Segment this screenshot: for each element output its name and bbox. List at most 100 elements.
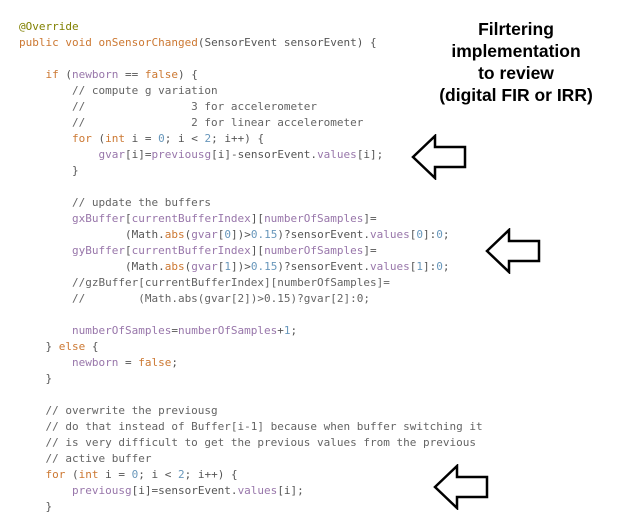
code-token: i = [131, 132, 159, 145]
code-token: 0.15 [250, 228, 278, 241]
code-token: // is very difficult to get the previous… [19, 436, 476, 449]
code-token: ][ [250, 212, 265, 225]
code-token: // update the buffers [19, 196, 212, 209]
code-token: values [237, 484, 278, 497]
code-line: // is very difficult to get the previous… [19, 435, 476, 451]
code-token: gvar [191, 228, 218, 241]
code-token: (Math. [19, 260, 165, 273]
code-token: // overwrite the previousg [19, 404, 218, 417]
code-line: numberOfSamples=numberOfSamples+1; [19, 323, 297, 339]
code-token: gxBuffer [71, 212, 125, 225]
code-token: (Math. [19, 228, 165, 241]
code-token: false [138, 356, 172, 369]
code-token: ; [442, 260, 450, 273]
code-line: (Math.abs(gvar[0])>0.15)?sensorEvent.val… [19, 227, 450, 243]
annotation-line: (digital FIR or IRR) [439, 85, 593, 105]
code-token: gvar [98, 148, 125, 161]
code-token: ; i < [138, 468, 178, 481]
code-token: } [19, 340, 59, 353]
code-token: [i]; [356, 148, 384, 161]
code-token: )?sensorEvent. [277, 260, 371, 273]
code-token: [i]-sensorEvent. [211, 148, 318, 161]
code-token: abs [164, 228, 185, 241]
code-token: ( [65, 68, 72, 81]
code-token: int [105, 132, 132, 145]
code-token: //gzBuffer[currentBufferIndex][numberOfS… [19, 276, 390, 289]
code-token: = [118, 356, 139, 369]
code-token: @Override [19, 20, 79, 33]
annotation-line: implementation [451, 41, 581, 61]
left-arrow-icon [485, 228, 541, 274]
code-token: numberOfSamples [177, 324, 278, 337]
code-token: // active buffer [19, 452, 152, 465]
code-line: } [19, 163, 79, 179]
left-arrow-icon [411, 134, 467, 180]
code-line: for (int i = 0; i < 2; i++) { [19, 467, 238, 483]
code-line: // compute g variation [19, 83, 218, 99]
code-token: { [91, 340, 99, 353]
code-token: abs [164, 260, 185, 273]
code-token: ]: [423, 228, 437, 241]
code-token: } [19, 164, 79, 177]
code-token: i = [105, 468, 132, 481]
code-token: [ [124, 244, 132, 257]
code-line: //gzBuffer[currentBufferIndex][numberOfS… [19, 275, 390, 291]
code-line: } else { [19, 339, 99, 355]
code-token: (SensorEvent sensorEvent) { [197, 36, 377, 49]
code-token: 0 [158, 132, 165, 145]
code-token: int [78, 468, 106, 481]
code-token: // (Math.abs(gvar[2])>0.15)?gvar[2]:0; [19, 292, 370, 305]
code-line: // overwrite the previousg [19, 403, 218, 419]
code-token: ; [290, 324, 298, 337]
code-token: for [45, 468, 72, 481]
code-token: 1 [283, 324, 291, 337]
code-token: 0.15 [250, 260, 278, 273]
left-arrow-icon [433, 464, 489, 510]
annotation-line: to review [478, 63, 554, 83]
code-token: public void [19, 36, 99, 49]
code-token: values [370, 260, 410, 273]
code-token: ][ [250, 244, 265, 257]
code-line: gyBuffer[currentBufferIndex][numberOfSam… [19, 243, 377, 259]
code-token: currentBufferIndex [131, 212, 251, 225]
code-token: else [58, 340, 92, 353]
code-line: // do that instead of Buffer[i-1] becaus… [19, 419, 483, 435]
code-token: // 2 for linear accelerometer [19, 116, 364, 129]
code-line: @Override [19, 19, 79, 35]
code-token: currentBufferIndex [131, 244, 251, 257]
code-token: + [277, 324, 284, 337]
code-token: // do that instead of Buffer[i-1] becaus… [19, 420, 483, 433]
code-token: ])> [230, 260, 251, 273]
code-token: 0 [436, 228, 443, 241]
code-line: // 3 for accelerometer [19, 99, 317, 115]
code-token: = [171, 324, 178, 337]
code-token: newborn [72, 68, 119, 81]
code-token: ]= [363, 244, 377, 257]
code-token: onSensorChanged [98, 36, 198, 49]
code-token: // compute g variation [19, 84, 218, 97]
code-line: newborn = false; [19, 355, 178, 371]
code-token: [i]= [124, 148, 152, 161]
code-line: // update the buffers [19, 195, 211, 211]
code-line: for (int i = 0; i < 2; i++) { [19, 131, 264, 147]
code-token: previousg [151, 148, 212, 161]
code-token: numberOfSamples [264, 244, 364, 257]
code-token: newborn [71, 356, 119, 369]
code-token: 1 [224, 260, 231, 273]
code-line: public void onSensorChanged(SensorEvent … [19, 35, 377, 51]
review-annotation: Filrtering implementation to review (dig… [431, 18, 601, 106]
code-token: previousg [71, 484, 132, 497]
code-token: } [19, 500, 53, 513]
code-token: 2 [178, 468, 185, 481]
code-token: gvar [191, 260, 218, 273]
code-token: } [19, 372, 53, 385]
code-token: gyBuffer [71, 244, 125, 257]
code-token: numberOfSamples [71, 324, 172, 337]
